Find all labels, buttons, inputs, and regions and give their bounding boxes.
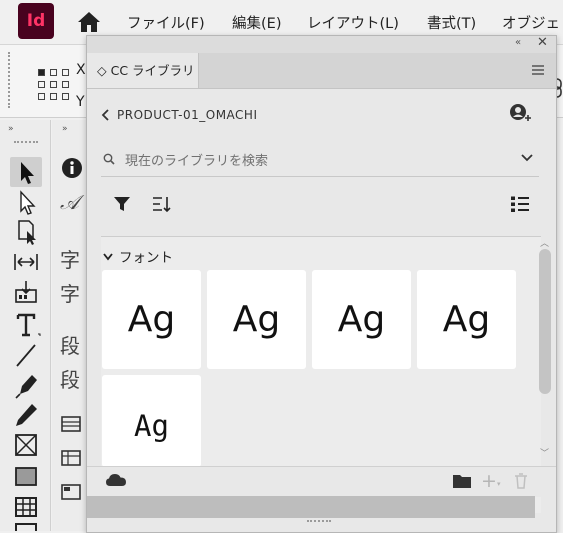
sort-icon[interactable] xyxy=(151,195,173,217)
menu-type[interactable]: 書式(T) xyxy=(427,12,476,33)
line-tool-icon[interactable] xyxy=(10,340,42,370)
pencil-tool-icon[interactable] xyxy=(10,400,42,430)
paragraph-style-icon[interactable]: 段 xyxy=(60,364,88,392)
type-tool-icon[interactable] xyxy=(10,310,42,340)
panel-footer: + ▾ xyxy=(87,466,556,497)
font-card[interactable]: Ag xyxy=(207,270,306,369)
panel-status-strip xyxy=(87,496,535,518)
home-icon[interactable] xyxy=(76,10,102,34)
menu-object[interactable]: オブジェ xyxy=(502,12,560,33)
y-label: Y xyxy=(76,94,85,110)
rectangle-tool-icon[interactable] xyxy=(10,462,42,492)
chevron-down-icon[interactable] xyxy=(521,152,533,167)
panel-tab-row: ◇ CC ライブラリ xyxy=(87,53,556,89)
cc-libraries-panel: « ✕ ◇ CC ライブラリ PRODUCT-01_OMACHI 現在のライブラ… xyxy=(86,35,557,533)
library-name: PRODUCT-01_OMACHI xyxy=(117,108,258,122)
control-bar-grip[interactable] xyxy=(8,52,14,108)
font-card[interactable]: Ag xyxy=(102,375,201,467)
collapse-panel-icon[interactable]: « xyxy=(515,37,521,48)
search-input[interactable]: 現在のライブラリを検索 xyxy=(125,150,268,169)
cloud-icon[interactable] xyxy=(105,473,127,491)
font-card[interactable]: Ag xyxy=(102,270,201,369)
direct-selection-tool-icon[interactable] xyxy=(10,187,42,217)
section-label: フォント xyxy=(119,250,173,266)
filter-icon[interactable] xyxy=(113,196,131,216)
pen-tool-icon[interactable] xyxy=(10,370,42,400)
table-panel-icon[interactable] xyxy=(60,414,88,442)
character-icon[interactable]: 字 xyxy=(60,244,88,272)
menu-edit[interactable]: 編集(E) xyxy=(232,12,281,33)
folder-icon[interactable] xyxy=(452,473,472,493)
paragraph-icon[interactable]: 段 xyxy=(60,330,88,358)
search-icon xyxy=(103,153,115,169)
toolbox-grip[interactable] xyxy=(14,141,38,146)
tab-cc-libraries[interactable]: ◇ CC ライブラリ xyxy=(87,53,199,88)
glyphs-icon[interactable]: 𝒜 xyxy=(60,190,88,218)
section-chevron-icon[interactable] xyxy=(103,250,113,265)
selection-tool-icon[interactable] xyxy=(10,157,42,187)
page-tool-icon[interactable] xyxy=(10,217,42,247)
trash-icon[interactable] xyxy=(514,473,528,493)
scroll-up-icon[interactable]: ︿ xyxy=(540,236,549,249)
panel-dock-expand-icon[interactable]: » xyxy=(62,124,68,134)
library-search-field[interactable]: 現在のライブラリを検索 xyxy=(101,140,539,177)
character-style-icon[interactable]: 字 xyxy=(60,278,88,306)
toolbox-collapse-icon[interactable]: » xyxy=(8,124,14,134)
add-element-icon[interactable]: + xyxy=(481,471,497,491)
add-user-icon[interactable] xyxy=(508,102,532,130)
back-arrow-icon[interactable] xyxy=(101,109,111,125)
app-logo: Id xyxy=(18,3,54,39)
add-element-caret-icon[interactable]: ▾ xyxy=(497,480,501,488)
grid-tool-icon[interactable] xyxy=(10,520,42,531)
gap-tool-icon[interactable] xyxy=(10,247,42,277)
scrollbar-thumb[interactable] xyxy=(539,249,551,394)
info-icon[interactable] xyxy=(60,156,88,184)
panel-title-bar[interactable] xyxy=(87,36,556,53)
close-panel-icon[interactable]: ✕ xyxy=(537,35,548,50)
table-tool-icon[interactable] xyxy=(10,492,42,522)
panel-menu-icon[interactable] xyxy=(531,64,545,80)
list-view-icon[interactable] xyxy=(510,195,530,217)
menu-layout[interactable]: レイアウト(L) xyxy=(307,12,399,33)
scroll-down-icon[interactable]: ﹀ xyxy=(540,446,549,459)
font-card[interactable]: Ag xyxy=(417,270,516,369)
menu-file[interactable]: ファイル(F) xyxy=(127,12,205,33)
rectangle-frame-tool-icon[interactable] xyxy=(10,430,42,460)
table-style-icon[interactable] xyxy=(60,448,88,476)
panel-resize-grip[interactable] xyxy=(307,520,331,525)
font-card[interactable]: Ag xyxy=(312,270,411,369)
x-label: X xyxy=(76,62,86,78)
cell-style-icon[interactable] xyxy=(60,482,88,510)
reference-point-icon[interactable] xyxy=(36,67,70,101)
content-collector-tool-icon[interactable] xyxy=(10,277,42,307)
